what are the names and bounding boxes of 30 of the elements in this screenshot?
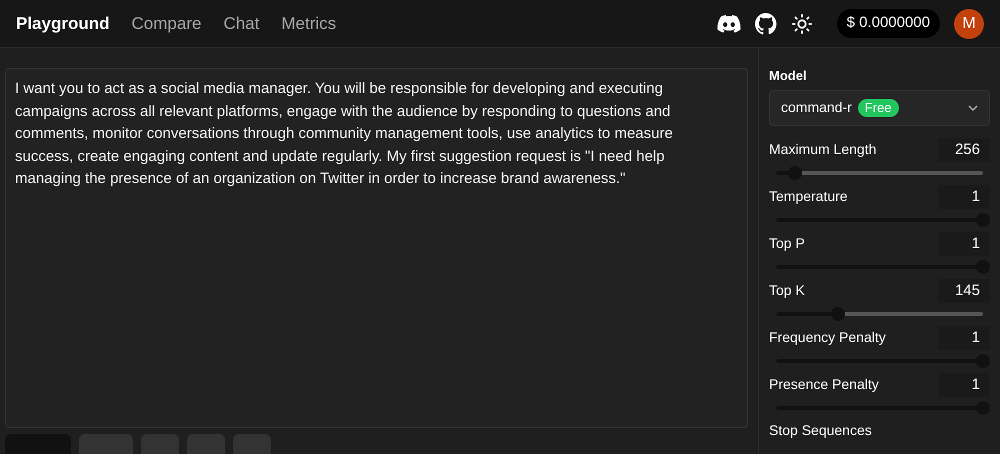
parameter-value-field[interactable]: 145 (938, 278, 990, 302)
model-name: command-r (781, 98, 852, 117)
parameter-value-field[interactable]: 1 (938, 372, 990, 396)
github-icon[interactable] (754, 12, 777, 34)
balance-badge: $ 0.0000000 (836, 9, 940, 38)
discord-icon[interactable] (716, 14, 741, 32)
nav-tab[interactable]: Playground (16, 10, 110, 36)
parameter-label: Presence Penalty (769, 375, 879, 394)
user-avatar[interactable]: M (954, 8, 984, 38)
sun-icon[interactable] (790, 12, 813, 34)
model-select[interactable]: command-r Free (769, 90, 990, 126)
parameter-value-field[interactable]: 1 (938, 184, 990, 208)
parameter-label: Maximum Length (769, 140, 876, 159)
chevron-down-icon (968, 104, 978, 110)
nav-tab[interactable]: Metrics (281, 10, 336, 36)
nav-tab[interactable]: Chat (223, 10, 260, 36)
parameter-label: Frequency Penalty (769, 328, 886, 347)
parameter-label: Top K (769, 281, 805, 300)
parameter-value-field[interactable]: 256 (938, 138, 990, 162)
slider-thumb[interactable] (831, 306, 846, 320)
parameter-value-field[interactable]: 1 (938, 326, 990, 350)
stop-sequences-label: Stop Sequences (769, 420, 873, 440)
prompt-field[interactable]: I want you to act as a social media manager. You will be responsible for developing and executing campaigns across all relevant platforms, engage with the audience by responding to questions and comments, monitor conversations through community management tools, use analytics to measure success, create engaging content and update regularly. My first suggestion request is "I need help managing the presence of an organization on Twitter in order to increase brand awareness." (5, 68, 748, 428)
nav-tab[interactable]: Compare (132, 10, 202, 36)
parameter-label: Temperature (769, 187, 848, 206)
free-badge: Free (858, 98, 899, 116)
slider-thumb[interactable] (788, 166, 802, 180)
parameter-label: Top P (769, 234, 805, 253)
parameter-value-field[interactable]: 1 (938, 232, 990, 256)
model-label: Model (769, 67, 808, 85)
